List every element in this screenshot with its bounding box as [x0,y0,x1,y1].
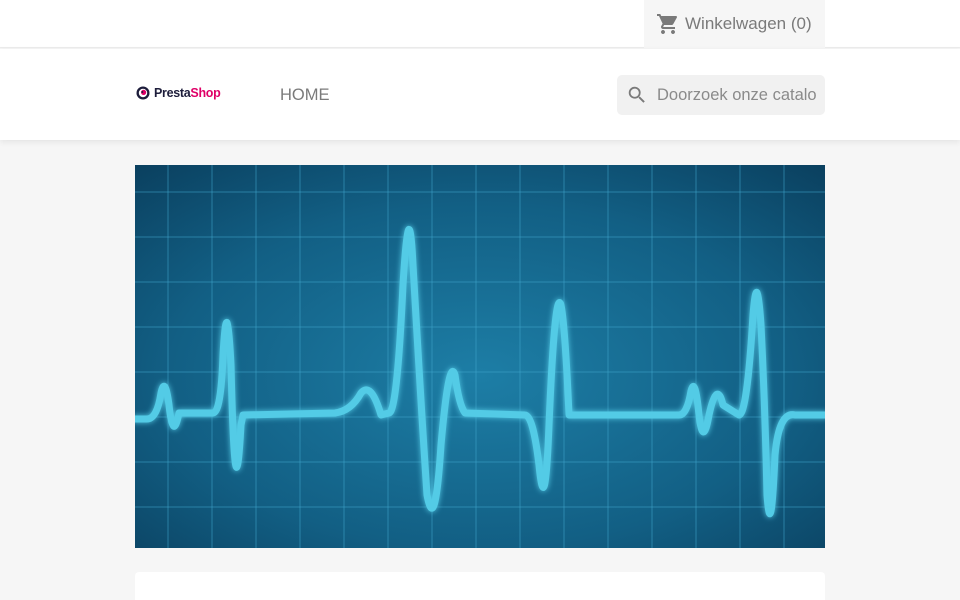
top-bar: Winkelwagen (0) [0,0,960,48]
prestashop-logo[interactable]: PrestaShop [136,86,221,100]
search-icon[interactable] [626,84,648,106]
site-header: PrestaShop HOME [0,49,960,140]
content-card [135,572,825,600]
cart-button[interactable]: Winkelwagen (0) [644,0,825,48]
heartbeat-ecg-image [135,165,825,548]
hero-banner[interactable] [135,165,825,548]
logo-wordmark: PrestaShop [154,86,221,100]
logo-text-shop: Shop [190,86,221,100]
nav-home-link[interactable]: HOME [280,86,330,105]
logo-text-presta: Presta [154,86,191,100]
search-box [617,75,825,115]
prestashop-logo-icon [136,86,150,100]
search-input[interactable] [657,85,817,105]
shopping-cart-icon [657,14,678,34]
cart-label: Winkelwagen (0) [685,14,812,33]
